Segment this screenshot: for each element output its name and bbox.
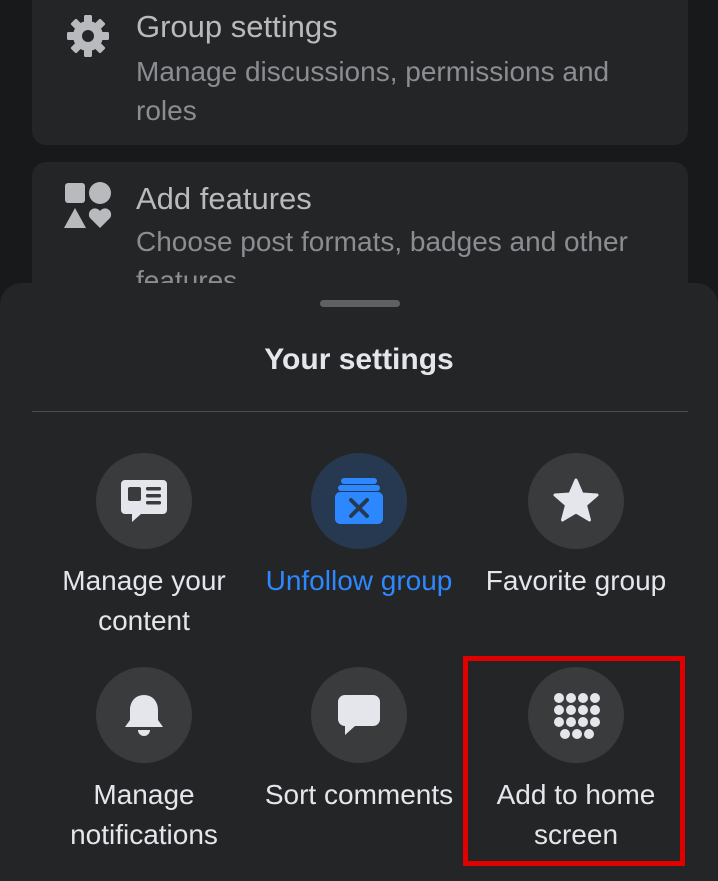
sheet-drag-handle[interactable] bbox=[320, 300, 400, 307]
favorite-group-label: Favorite group bbox=[485, 565, 667, 596]
bell-icon bbox=[96, 667, 192, 763]
group-settings-card[interactable]: Group settings Manage discussions, permi… bbox=[32, 0, 688, 145]
sheet-divider bbox=[32, 411, 688, 412]
comment-icon bbox=[311, 667, 407, 763]
manage-notifications-label: Manage notifications bbox=[70, 779, 218, 850]
favorite-group-button[interactable]: Favorite group bbox=[468, 453, 684, 601]
grid-dots-icon bbox=[528, 667, 624, 763]
sort-comments-button[interactable]: Sort comments bbox=[251, 667, 467, 815]
gear-icon bbox=[62, 10, 114, 62]
group-settings-title: Group settings bbox=[136, 9, 338, 44]
sheet-title: Your settings bbox=[264, 343, 454, 376]
manage-notifications-button[interactable]: Manage notifications bbox=[36, 667, 252, 855]
shapes-icon bbox=[62, 180, 114, 232]
star-icon bbox=[528, 453, 624, 549]
content-icon bbox=[96, 453, 192, 549]
manage-content-label: Manage your content bbox=[62, 565, 226, 636]
add-to-home-screen-label: Add to home screen bbox=[496, 779, 656, 850]
manage-content-button[interactable]: Manage your content bbox=[36, 453, 252, 641]
add-features-title: Add features bbox=[136, 181, 312, 216]
unfollow-group-label: Unfollow group bbox=[265, 565, 453, 596]
sort-comments-label: Sort comments bbox=[264, 779, 454, 810]
unfollow-group-button[interactable]: Unfollow group bbox=[251, 453, 467, 601]
add-to-home-screen-button[interactable]: Add to home screen bbox=[468, 667, 684, 855]
group-settings-description: Manage discussions, permissions and role… bbox=[136, 56, 610, 126]
screen: Group settings Manage discussions, permi… bbox=[0, 0, 718, 881]
unfollow-icon bbox=[311, 453, 407, 549]
